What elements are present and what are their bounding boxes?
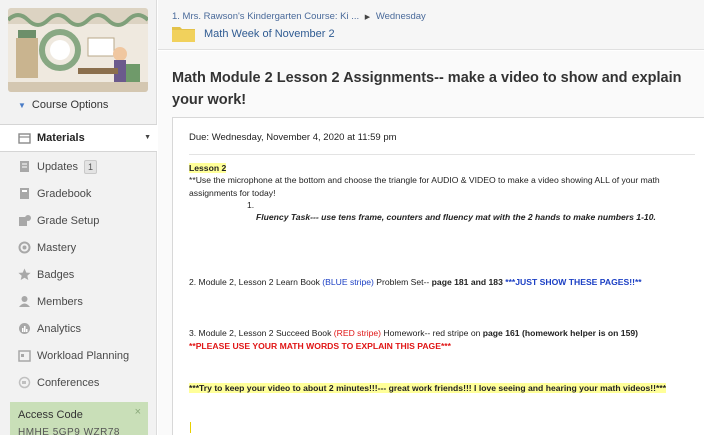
app-root: ▼ Course Options Materials ▼ Updates 1 G… xyxy=(0,0,704,435)
fluency-task: Fluency Task--- use tens frame, counters… xyxy=(256,212,656,222)
folder-title[interactable]: Math Week of November 2 xyxy=(204,28,335,40)
sidebar-item-grade-setup[interactable]: Grade Setup xyxy=(0,207,157,234)
access-code-label: Access Code xyxy=(18,409,83,421)
close-icon[interactable]: × xyxy=(135,406,141,418)
lesson-heading-row: Lesson 2 xyxy=(189,162,679,175)
divider xyxy=(189,154,695,155)
sidebar-item-mastery[interactable]: Mastery xyxy=(0,234,157,261)
closing-note-row: ***Try to keep your video to about 2 min… xyxy=(189,382,679,395)
folder-title-row[interactable]: Math Week of November 2 xyxy=(172,25,335,42)
sidebar-item-updates[interactable]: Updates 1 xyxy=(0,153,157,180)
item3-note: **PLEASE USE YOUR MATH WORDS TO EXPLAIN … xyxy=(189,340,451,351)
learn-book-item: 2. Module 2, Lesson 2 Learn Book (BLUE s… xyxy=(189,276,679,289)
sidebar-item-workload-planning[interactable]: Workload Planning xyxy=(0,342,157,369)
updates-icon xyxy=(17,160,31,174)
sidebar-item-label: Mastery xyxy=(37,241,77,254)
sidebar-item-members[interactable]: Members xyxy=(0,288,157,315)
breadcrumb: 1. Mrs. Rawson's Kindergarten Course: Ki… xyxy=(172,11,426,22)
sidebar-item-label: Gradebook xyxy=(37,187,92,200)
sidebar-item-materials[interactable]: Materials ▼ xyxy=(0,124,157,152)
course-options-label: Course Options xyxy=(31,99,109,111)
item2-pages: page 181 and 183 xyxy=(431,277,503,287)
sidebar-item-label: Grade Setup xyxy=(37,214,100,227)
course-sidebar: ▼ Course Options Materials ▼ Updates 1 G… xyxy=(0,0,157,435)
sidebar-item-conferences[interactable]: Conferences xyxy=(0,369,157,396)
caret-down-icon: ▼ xyxy=(18,100,26,110)
conferences-icon xyxy=(17,376,31,390)
course-nav: Materials ▼ Updates 1 Gradebook Grade Se… xyxy=(0,124,157,396)
lesson-heading: Lesson 2 xyxy=(189,163,227,173)
succeed-book-item: 3. Module 2, Lesson 2 Succeed Book (RED … xyxy=(189,327,679,352)
mastery-icon xyxy=(17,241,31,255)
item2-stripe: (BLUE stripe) xyxy=(322,277,374,287)
analytics-icon xyxy=(17,322,31,336)
folder-icon xyxy=(172,25,195,42)
sidebar-item-label: Conferences xyxy=(37,376,100,389)
sidebar-item-label: Materials xyxy=(37,132,85,144)
page-header: 1. Mrs. Rawson's Kindergarten Course: Ki… xyxy=(158,0,704,50)
course-picture[interactable] xyxy=(8,8,148,92)
access-code-value: HMHE 5GP9 WZR78 xyxy=(18,427,120,435)
intro-paragraph: **Use the microphone at the bottom and c… xyxy=(189,175,660,198)
sidebar-item-label: Badges xyxy=(37,268,75,281)
breadcrumb-current-link[interactable]: Wednesday xyxy=(376,11,426,22)
list-number: 1. xyxy=(247,200,255,210)
assignment-main: Math Module 2 Lesson 2 Assignments-- mak… xyxy=(158,51,704,435)
chevron-down-icon[interactable]: ▼ xyxy=(144,134,151,141)
sidebar-item-analytics[interactable]: Analytics xyxy=(0,315,157,342)
item3-prefix: 3. Module 2, Lesson 2 Succeed Book xyxy=(189,328,334,338)
materials-icon xyxy=(17,131,31,145)
page-title: Math Module 2 Lesson 2 Assignments-- mak… xyxy=(172,70,682,108)
sidebar-item-gradebook[interactable]: Gradebook xyxy=(0,180,157,207)
assignment-content: Due: Wednesday, November 4, 2020 at 11:5… xyxy=(172,117,704,435)
due-date: Due: Wednesday, November 4, 2020 at 11:5… xyxy=(189,132,397,143)
access-code-panel: Access Code × HMHE 5GP9 WZR78 xyxy=(10,402,148,435)
sidebar-item-label: Members xyxy=(37,295,83,308)
course-options-toggle[interactable]: ▼ Course Options xyxy=(18,99,108,111)
item3-mid: Homework-- red stripe on xyxy=(381,328,483,338)
sidebar-item-label: Updates xyxy=(37,160,78,173)
text-cursor xyxy=(190,422,191,433)
item2-mid: Problem Set-- xyxy=(373,277,432,287)
gradebook-icon xyxy=(17,187,31,201)
grade-setup-icon xyxy=(17,214,31,228)
closing-note: ***Try to keep your video to about 2 min… xyxy=(189,383,667,393)
item3-pages: page 161 (homework helper is on 159) xyxy=(482,328,638,338)
updates-count-badge: 1 xyxy=(83,159,97,174)
breadcrumb-separator-icon: ▶ xyxy=(364,14,371,21)
badges-icon xyxy=(17,268,31,282)
item2-prefix: 2. Module 2, Lesson 2 Learn Book xyxy=(189,277,323,287)
sidebar-item-label: Analytics xyxy=(37,322,82,335)
workload-planning-icon xyxy=(17,349,31,363)
item3-stripe: (RED stripe) xyxy=(333,328,382,338)
sidebar-item-badges[interactable]: Badges xyxy=(0,261,157,288)
item2-note: ***JUST SHOW THESE PAGES!!** xyxy=(502,277,642,287)
sidebar-item-label: Workload Planning xyxy=(37,349,130,362)
breadcrumb-parent-link[interactable]: 1. Mrs. Rawson's Kindergarten Course: Ki… xyxy=(172,11,359,22)
members-icon xyxy=(17,295,31,309)
